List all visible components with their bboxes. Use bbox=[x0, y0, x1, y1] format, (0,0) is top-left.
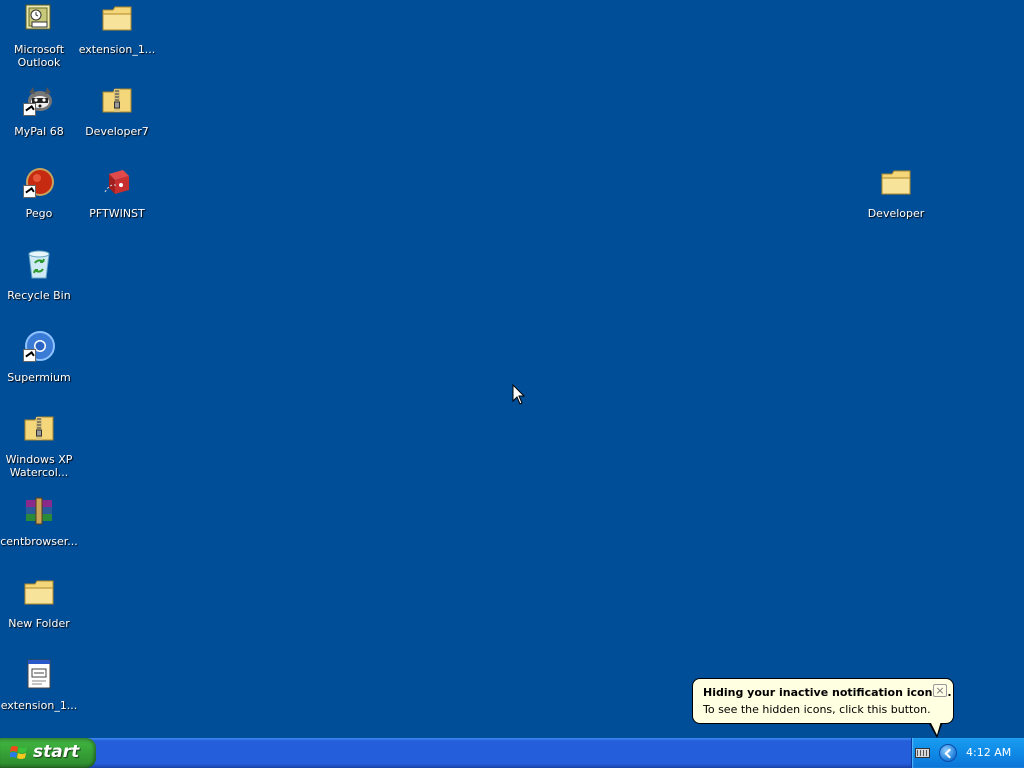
winrar-archive-icon bbox=[23, 494, 55, 526]
mypal-raccoon-icon bbox=[23, 84, 55, 116]
desktop-icon-pftwinst[interactable]: PFTWINST bbox=[78, 164, 156, 220]
pftwinst-installer-icon bbox=[101, 166, 133, 198]
windows-flag-icon bbox=[10, 746, 27, 759]
chevron-left-icon bbox=[944, 748, 955, 759]
desktop-icon-new-folder[interactable]: New Folder bbox=[0, 574, 78, 630]
desktop-icon-label: New Folder bbox=[8, 617, 70, 630]
desktop-icon-supermium[interactable]: Supermium bbox=[0, 328, 78, 384]
desktop-icon-label: PFTWINST bbox=[89, 207, 145, 220]
supermium-browser-icon bbox=[23, 330, 55, 362]
folder-icon bbox=[23, 576, 55, 608]
balloon-close-button[interactable]: × bbox=[933, 684, 947, 697]
notification-balloon[interactable]: Hiding your inactive notification icons.… bbox=[692, 678, 954, 724]
desktop-icon-label: Pego bbox=[25, 207, 53, 220]
tray-clock[interactable]: 4:12 AM bbox=[966, 746, 1011, 759]
folder-icon bbox=[101, 2, 133, 34]
desktop-icon-microsoft-outlook[interactable]: Microsoft Outlook bbox=[0, 0, 78, 69]
text-document-icon bbox=[23, 658, 55, 690]
desktop-icon-label: Windows XP Watercol... bbox=[5, 453, 73, 479]
folder-icon bbox=[880, 166, 912, 198]
desktop-icon-extension-folder[interactable]: extension_1... bbox=[78, 0, 156, 56]
shortcut-arrow-icon bbox=[23, 349, 36, 362]
shortcut-arrow-icon bbox=[23, 185, 36, 198]
desktop-icon-extension-document[interactable]: extension_1... bbox=[0, 656, 78, 712]
mouse-cursor-icon bbox=[512, 384, 526, 405]
desktop-icon-mypal-68[interactable]: MyPal 68 bbox=[0, 82, 78, 138]
balloon-text: To see the hidden icons, click this butt… bbox=[703, 703, 931, 716]
desktop-icon-label: extension_1... bbox=[78, 43, 156, 56]
desktop[interactable]: Microsoft Outlook MyPal 68 Pego Recycle … bbox=[0, 0, 1024, 738]
start-label: start bbox=[33, 742, 80, 762]
outlook-icon bbox=[23, 2, 55, 34]
desktop-icon-label: Developer bbox=[867, 207, 925, 220]
shortcut-arrow-icon bbox=[23, 103, 36, 116]
desktop-icon-label: centbrowser... bbox=[0, 535, 78, 548]
keyboard-icon[interactable] bbox=[915, 748, 930, 758]
desktop-icon-label: Developer7 bbox=[85, 125, 149, 138]
desktop-icon-recycle-bin[interactable]: Recycle Bin bbox=[0, 246, 78, 302]
balloon-tail-fill bbox=[930, 721, 941, 735]
desktop-icon-label: Supermium bbox=[7, 371, 71, 384]
desktop-icon-label: Recycle Bin bbox=[7, 289, 71, 302]
zip-folder-icon bbox=[23, 412, 55, 444]
pego-icon bbox=[23, 166, 55, 198]
taskbar: start bbox=[0, 738, 1024, 768]
desktop-icon-windows-xp-watercolor[interactable]: Windows XP Watercol... bbox=[0, 410, 78, 479]
show-hidden-icons-button[interactable] bbox=[939, 744, 957, 762]
desktop-icon-developer[interactable]: Developer bbox=[857, 164, 935, 220]
desktop-icon-label: extension_1... bbox=[0, 699, 78, 712]
desktop-icon-developer7[interactable]: Developer7 bbox=[78, 82, 156, 138]
balloon-title: Hiding your inactive notification icons.… bbox=[703, 686, 952, 699]
zip-folder-icon bbox=[101, 84, 133, 116]
desktop-icon-label: Microsoft Outlook bbox=[13, 43, 65, 69]
recycle-bin-icon bbox=[23, 248, 55, 280]
desktop-icon-pego[interactable]: Pego bbox=[0, 164, 78, 220]
desktop-icon-centbrowser[interactable]: centbrowser... bbox=[0, 492, 78, 548]
start-button[interactable]: start bbox=[0, 738, 96, 768]
desktop-icon-label: MyPal 68 bbox=[14, 125, 64, 138]
